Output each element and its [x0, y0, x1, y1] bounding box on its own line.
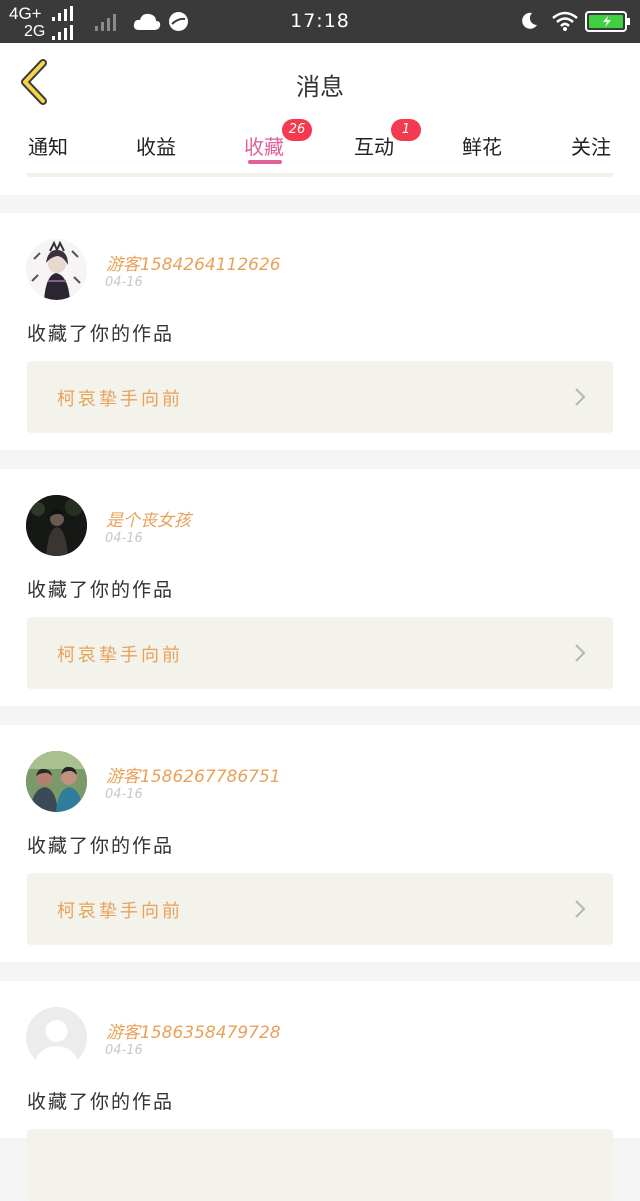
tab-label: 互动: [354, 135, 394, 159]
list-item: 游客1584264112626 04-16 收藏了你的作品 柯哀挚手向前: [0, 213, 640, 450]
avatar[interactable]: [26, 239, 87, 300]
chevron-right-icon: [575, 900, 586, 918]
default-avatar-icon: [26, 1007, 87, 1068]
category-tabs: 通知 收益 收藏 26 互动 1 鲜花 关注: [0, 119, 640, 173]
tab-follows[interactable]: 关注: [571, 131, 611, 160]
message-action-text: 收藏了你的作品: [27, 323, 175, 345]
page-title: 消息: [296, 73, 344, 101]
night-photo-avatar-icon: [26, 495, 87, 556]
interactions-count-badge: 1: [391, 119, 421, 141]
avatar[interactable]: [26, 1007, 87, 1068]
navigation-header: 消息: [0, 43, 640, 122]
chevron-right-icon: [575, 644, 586, 662]
message-date: 04-16: [105, 787, 143, 802]
list-item: 游客1586267786751 04-16 收藏了你的作品 柯哀挚手向前: [0, 725, 640, 962]
username[interactable]: 游客1586358479728: [106, 1018, 281, 1043]
work-link-card[interactable]: 柯哀挚手向前: [27, 361, 613, 433]
work-link-card[interactable]: [27, 1129, 613, 1201]
message-date: 04-16: [105, 275, 143, 290]
work-link-card[interactable]: 柯哀挚手向前: [27, 873, 613, 945]
avatar[interactable]: [26, 495, 87, 556]
work-title: 柯哀挚手向前: [57, 645, 183, 666]
list-item: 游客1586358479728 04-16 收藏了你的作品: [0, 981, 640, 1201]
work-title: 柯哀挚手向前: [57, 389, 183, 410]
tab-interactions[interactable]: 互动 1: [354, 119, 421, 160]
tab-favorites[interactable]: 收藏 26: [244, 119, 312, 160]
tab-earnings[interactable]: 收益: [136, 131, 176, 160]
username[interactable]: 是个丧女孩: [106, 506, 191, 531]
previous-card-remainder: [0, 173, 640, 195]
tab-notifications[interactable]: 通知: [28, 131, 68, 160]
message-action-text: 收藏了你的作品: [27, 579, 175, 601]
status-bar: 4G+ 2G 17:18: [0, 0, 640, 43]
couple-photo-avatar-icon: [26, 751, 87, 812]
username[interactable]: 游客1584264112626: [106, 250, 281, 275]
message-date: 04-16: [105, 1043, 143, 1058]
work-title: 柯哀挚手向前: [57, 901, 183, 922]
tab-label: 通知: [28, 135, 68, 159]
list-item: 是个丧女孩 04-16 收藏了你的作品 柯哀挚手向前: [0, 469, 640, 706]
favorites-count-badge: 26: [282, 119, 312, 141]
wifi-icon: [552, 11, 578, 31]
avatar[interactable]: [26, 751, 87, 812]
moon-icon: [522, 12, 537, 29]
active-tab-indicator: [248, 160, 282, 164]
chevron-right-icon: [575, 388, 586, 406]
username[interactable]: 游客1586267786751: [106, 762, 281, 787]
message-action-text: 收藏了你的作品: [27, 1091, 175, 1113]
work-link-card[interactable]: 柯哀挚手向前: [27, 617, 613, 689]
tab-flowers[interactable]: 鲜花: [462, 131, 502, 160]
dark-costume-avatar-icon: [26, 239, 87, 300]
tab-label: 收藏: [244, 135, 284, 159]
message-date: 04-16: [105, 531, 143, 546]
tab-label: 关注: [571, 135, 611, 159]
tab-label: 鲜花: [462, 135, 502, 159]
battery-icon: [585, 11, 630, 32]
tab-label: 收益: [136, 135, 176, 159]
clock: 17:18: [290, 10, 350, 32]
message-action-text: 收藏了你的作品: [27, 835, 175, 857]
